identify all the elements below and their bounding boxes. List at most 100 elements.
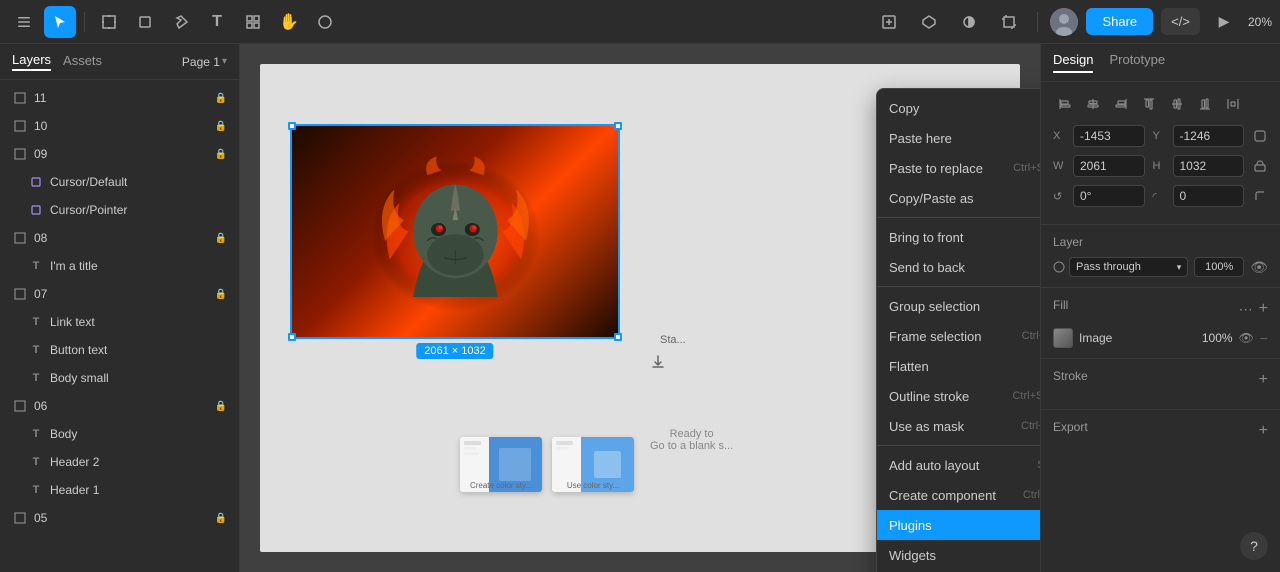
remove-fill[interactable]: − — [1260, 330, 1268, 346]
page-selector[interactable]: Page 1 ▾ — [182, 55, 227, 69]
thumbnail-04[interactable]: 04 Use color sty... — [552, 437, 634, 492]
layer-item[interactable]: T I'm a title — [0, 252, 239, 280]
lock-icon: 🔒 — [215, 149, 227, 160]
hand-tool[interactable]: ✋ — [273, 6, 305, 38]
selected-frame[interactable]: 2061 × 1032 — [290, 124, 620, 339]
add-fill[interactable]: + — [1259, 300, 1268, 318]
page-name: Page 1 — [182, 55, 220, 69]
resize-handle-tl[interactable] — [288, 122, 296, 130]
download-icon — [650, 354, 666, 375]
layer-item[interactable]: Cursor/Default — [0, 168, 239, 196]
layer-item[interactable]: 06 🔒 — [0, 392, 239, 420]
menu-copy-paste-as[interactable]: Copy/Paste as — [877, 183, 1040, 213]
align-top[interactable] — [1137, 92, 1161, 116]
align-right[interactable] — [1109, 92, 1133, 116]
align-bottom[interactable] — [1193, 92, 1217, 116]
menu-widgets[interactable]: Widgets — [877, 540, 1040, 570]
menu-use-mask[interactable]: Use as mask Ctrl+Alt+M — [877, 411, 1040, 441]
fill-title: Fill — [1053, 298, 1068, 312]
layer-item[interactable]: T Button text — [0, 336, 239, 364]
frame-icon — [12, 230, 28, 246]
menu-flatten-label: Flatten — [889, 359, 929, 374]
layer-name: 09 — [34, 147, 209, 161]
export-title: Export — [1053, 420, 1088, 434]
shape-tool[interactable] — [129, 6, 161, 38]
text-tool[interactable]: T — [201, 6, 233, 38]
plugin-icon[interactable] — [913, 6, 945, 38]
layer-item[interactable]: T Header 1 — [0, 476, 239, 504]
fill-options[interactable]: ⋯ — [1239, 301, 1253, 318]
layer-item[interactable]: 08 🔒 — [0, 224, 239, 252]
menu-send-back[interactable]: Send to back [ — [877, 252, 1040, 282]
play-button[interactable]: ▶ — [1208, 6, 1240, 38]
add-stroke[interactable]: + — [1259, 371, 1268, 389]
menu-frame-sel[interactable]: Frame selection Ctrl+Alt+G — [877, 321, 1040, 351]
contrast-icon[interactable] — [953, 6, 985, 38]
fill-swatch[interactable] — [1053, 328, 1073, 348]
menu-paste-replace[interactable]: Paste to replace Ctrl+Shift+R — [877, 153, 1040, 183]
menu-paste-here[interactable]: Paste here — [877, 123, 1040, 153]
tab-design[interactable]: Design — [1053, 52, 1093, 73]
y-value[interactable]: -1246 — [1173, 125, 1245, 147]
blend-mode-select[interactable]: Pass through ▾ — [1069, 257, 1188, 277]
menu-group[interactable]: Group selection Ctrl+G — [877, 291, 1040, 321]
distribute-h[interactable] — [1221, 92, 1245, 116]
layer-item[interactable]: T Body small — [0, 364, 239, 392]
resize-handle-tr[interactable] — [614, 122, 622, 130]
lock-icon: 🔒 — [215, 513, 227, 524]
add-export[interactable]: + — [1259, 422, 1268, 440]
menu-bring-front[interactable]: Bring to front ] — [877, 222, 1040, 252]
components-tool[interactable] — [237, 6, 269, 38]
layer-item[interactable]: T Link text — [0, 308, 239, 336]
frame-label-sta: Sta... — [660, 334, 686, 346]
constraint-icon[interactable] — [873, 6, 905, 38]
fill-visibility[interactable]: 👁 — [1239, 331, 1254, 345]
layer-item[interactable]: 11 🔒 — [0, 84, 239, 112]
layer-item[interactable]: 05 🔒 — [0, 504, 239, 532]
w-value[interactable]: 2061 — [1073, 155, 1145, 177]
x-value[interactable]: -1453 — [1073, 125, 1145, 147]
corner-value[interactable]: 0 — [1173, 185, 1245, 207]
help-button[interactable]: ? — [1240, 532, 1268, 560]
user-avatar[interactable] — [1050, 8, 1078, 36]
constrain-proportions[interactable] — [1252, 124, 1268, 148]
thumbnail-03[interactable]: 03 Create color sty... — [460, 437, 542, 492]
resize-handle-bl[interactable] — [288, 333, 296, 341]
cursor-tool[interactable] — [44, 6, 76, 38]
align-left[interactable] — [1053, 92, 1077, 116]
rotation-value[interactable]: 0° — [1073, 185, 1145, 207]
layer-item[interactable]: Cursor/Pointer — [0, 196, 239, 224]
tab-assets[interactable]: Assets — [63, 53, 102, 70]
menu-plugins[interactable]: Plugins — [877, 510, 1040, 540]
align-center-h[interactable] — [1081, 92, 1105, 116]
h-value[interactable]: 1032 — [1173, 155, 1245, 177]
layer-item[interactable]: T Body — [0, 420, 239, 448]
menu-create-component[interactable]: Create component Ctrl+Alt+K — [877, 480, 1040, 510]
tab-layers[interactable]: Layers — [12, 52, 51, 71]
layer-name: Header 2 — [50, 455, 227, 469]
code-button[interactable]: </> — [1161, 8, 1200, 35]
comment-tool[interactable] — [309, 6, 341, 38]
layer-item[interactable]: 10 🔒 — [0, 112, 239, 140]
canvas-area[interactable]: 2061 × 1032 Sta... 03 — [240, 44, 1040, 572]
main-menu-icon[interactable] — [8, 6, 40, 38]
layer-item[interactable]: 07 🔒 — [0, 280, 239, 308]
layer-item[interactable]: T Header 2 — [0, 448, 239, 476]
opacity-field[interactable]: 100% — [1194, 257, 1244, 277]
resize-handle-br[interactable] — [614, 333, 622, 341]
corner-type[interactable] — [1252, 184, 1268, 208]
visibility-toggle[interactable]: 👁 — [1250, 259, 1268, 276]
frame-tool[interactable] — [93, 6, 125, 38]
menu-flatten[interactable]: Flatten Ctrl+E — [877, 351, 1040, 381]
fill-section-header: Fill ⋯ + — [1053, 298, 1268, 320]
tab-prototype[interactable]: Prototype — [1109, 52, 1165, 73]
align-center-v[interactable] — [1165, 92, 1189, 116]
menu-auto-layout[interactable]: Add auto layout Shift+A — [877, 450, 1040, 480]
share-button[interactable]: Share — [1086, 8, 1153, 35]
pen-tool[interactable] — [165, 6, 197, 38]
layer-item[interactable]: 09 🔒 — [0, 140, 239, 168]
lock-aspect-ratio[interactable] — [1252, 154, 1268, 178]
menu-copy[interactable]: Copy Ctrl+C — [877, 93, 1040, 123]
crop-icon[interactable] — [993, 6, 1025, 38]
menu-outline[interactable]: Outline stroke Ctrl+Shift+O — [877, 381, 1040, 411]
